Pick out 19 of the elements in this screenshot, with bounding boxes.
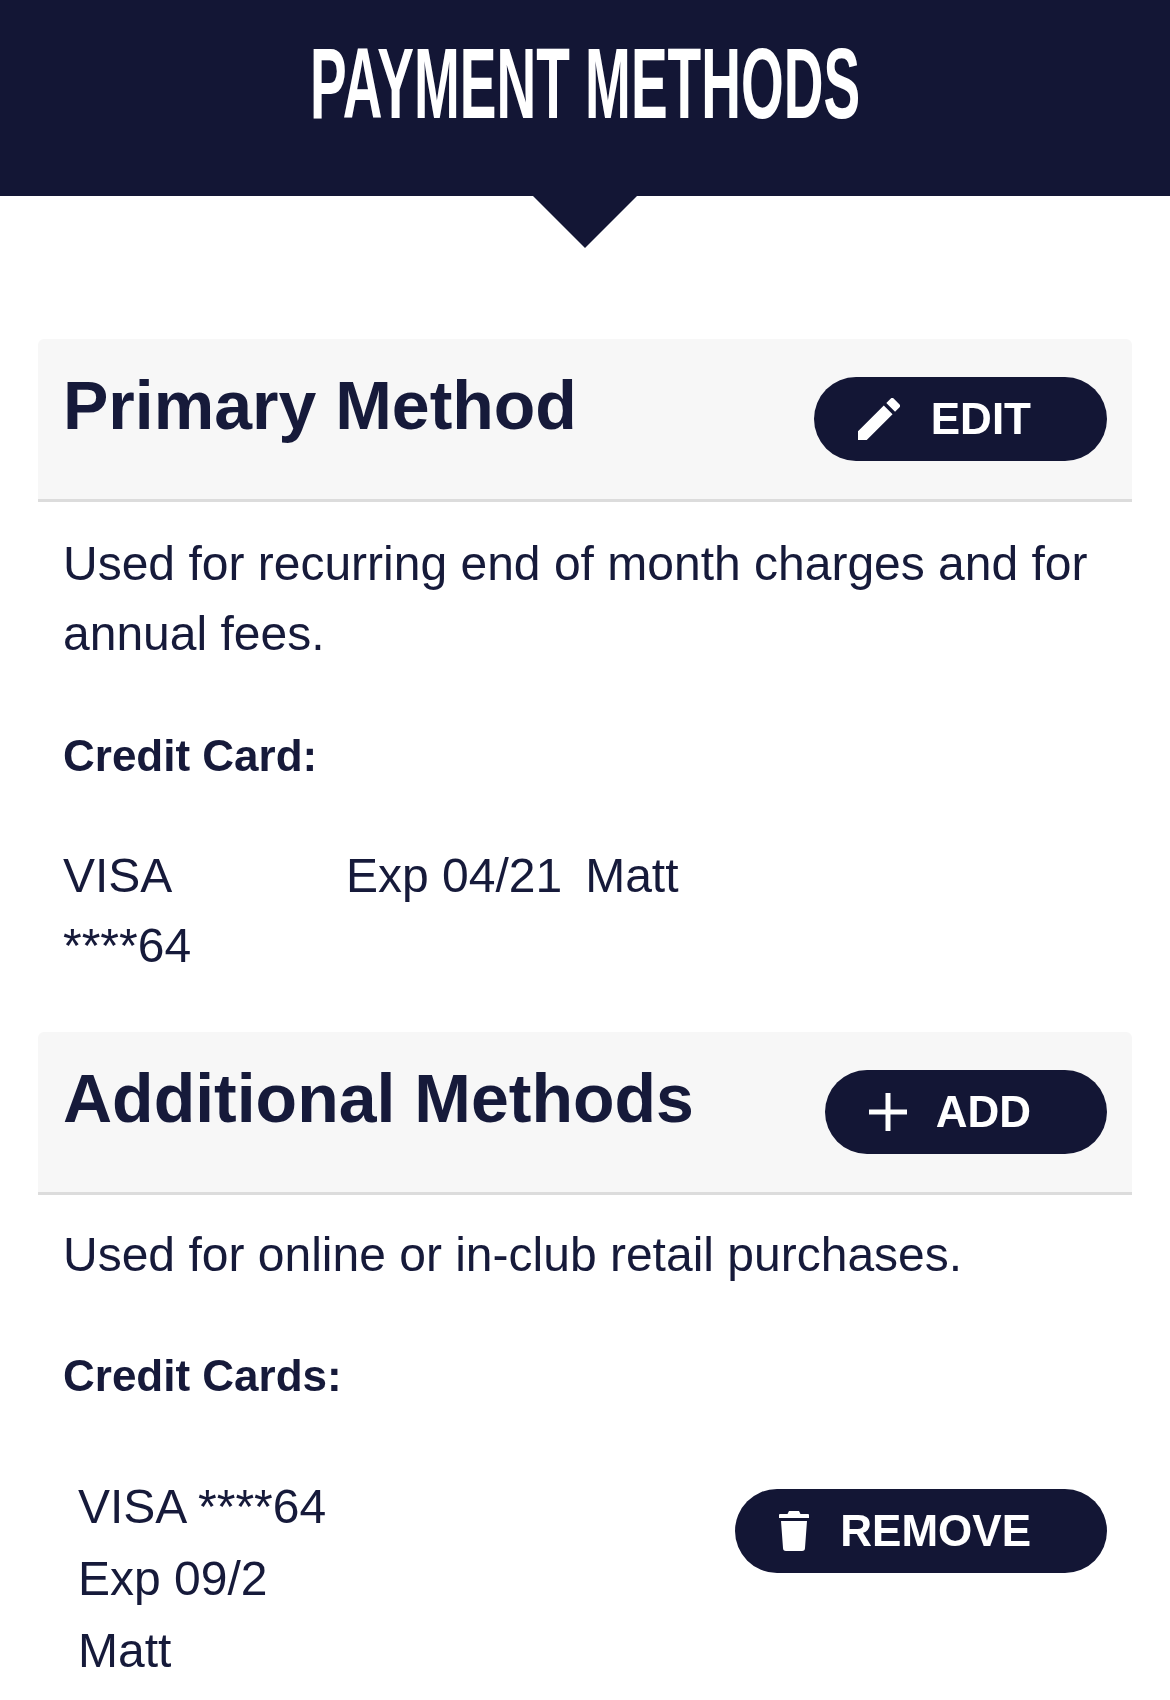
- plus-icon: [868, 1093, 907, 1131]
- pencil-icon: [857, 398, 900, 440]
- description-text: Used for online or in-club retail purchases.: [63, 1227, 964, 1283]
- edit-button[interactable]: EDIT: [813, 377, 1107, 461]
- add-button[interactable]: ADD: [824, 1070, 1107, 1154]
- list-label: Credit Card:: [63, 730, 319, 782]
- page-title: PAYMENT METHODS: [309, 33, 860, 133]
- card-holder: Matt: [78, 1623, 173, 1679]
- remove-button[interactable]: REMOVE: [735, 1489, 1107, 1573]
- card-expiry: Exp 09/2: [78, 1551, 269, 1607]
- card-expiry: Exp 04/21: [346, 848, 563, 904]
- section-title: Additional Methods: [63, 1059, 694, 1138]
- description-text: Used for recurring end of month charges and for annual fees.: [63, 536, 1089, 662]
- trash-icon: [779, 1511, 810, 1551]
- list-label: Credit Cards:: [63, 1350, 343, 1402]
- card-number: VISA ****64: [78, 1479, 327, 1535]
- section-title: Primary Method: [63, 366, 577, 445]
- card-holder: Matt: [585, 848, 679, 904]
- card-number: VISA ****64: [63, 848, 193, 974]
